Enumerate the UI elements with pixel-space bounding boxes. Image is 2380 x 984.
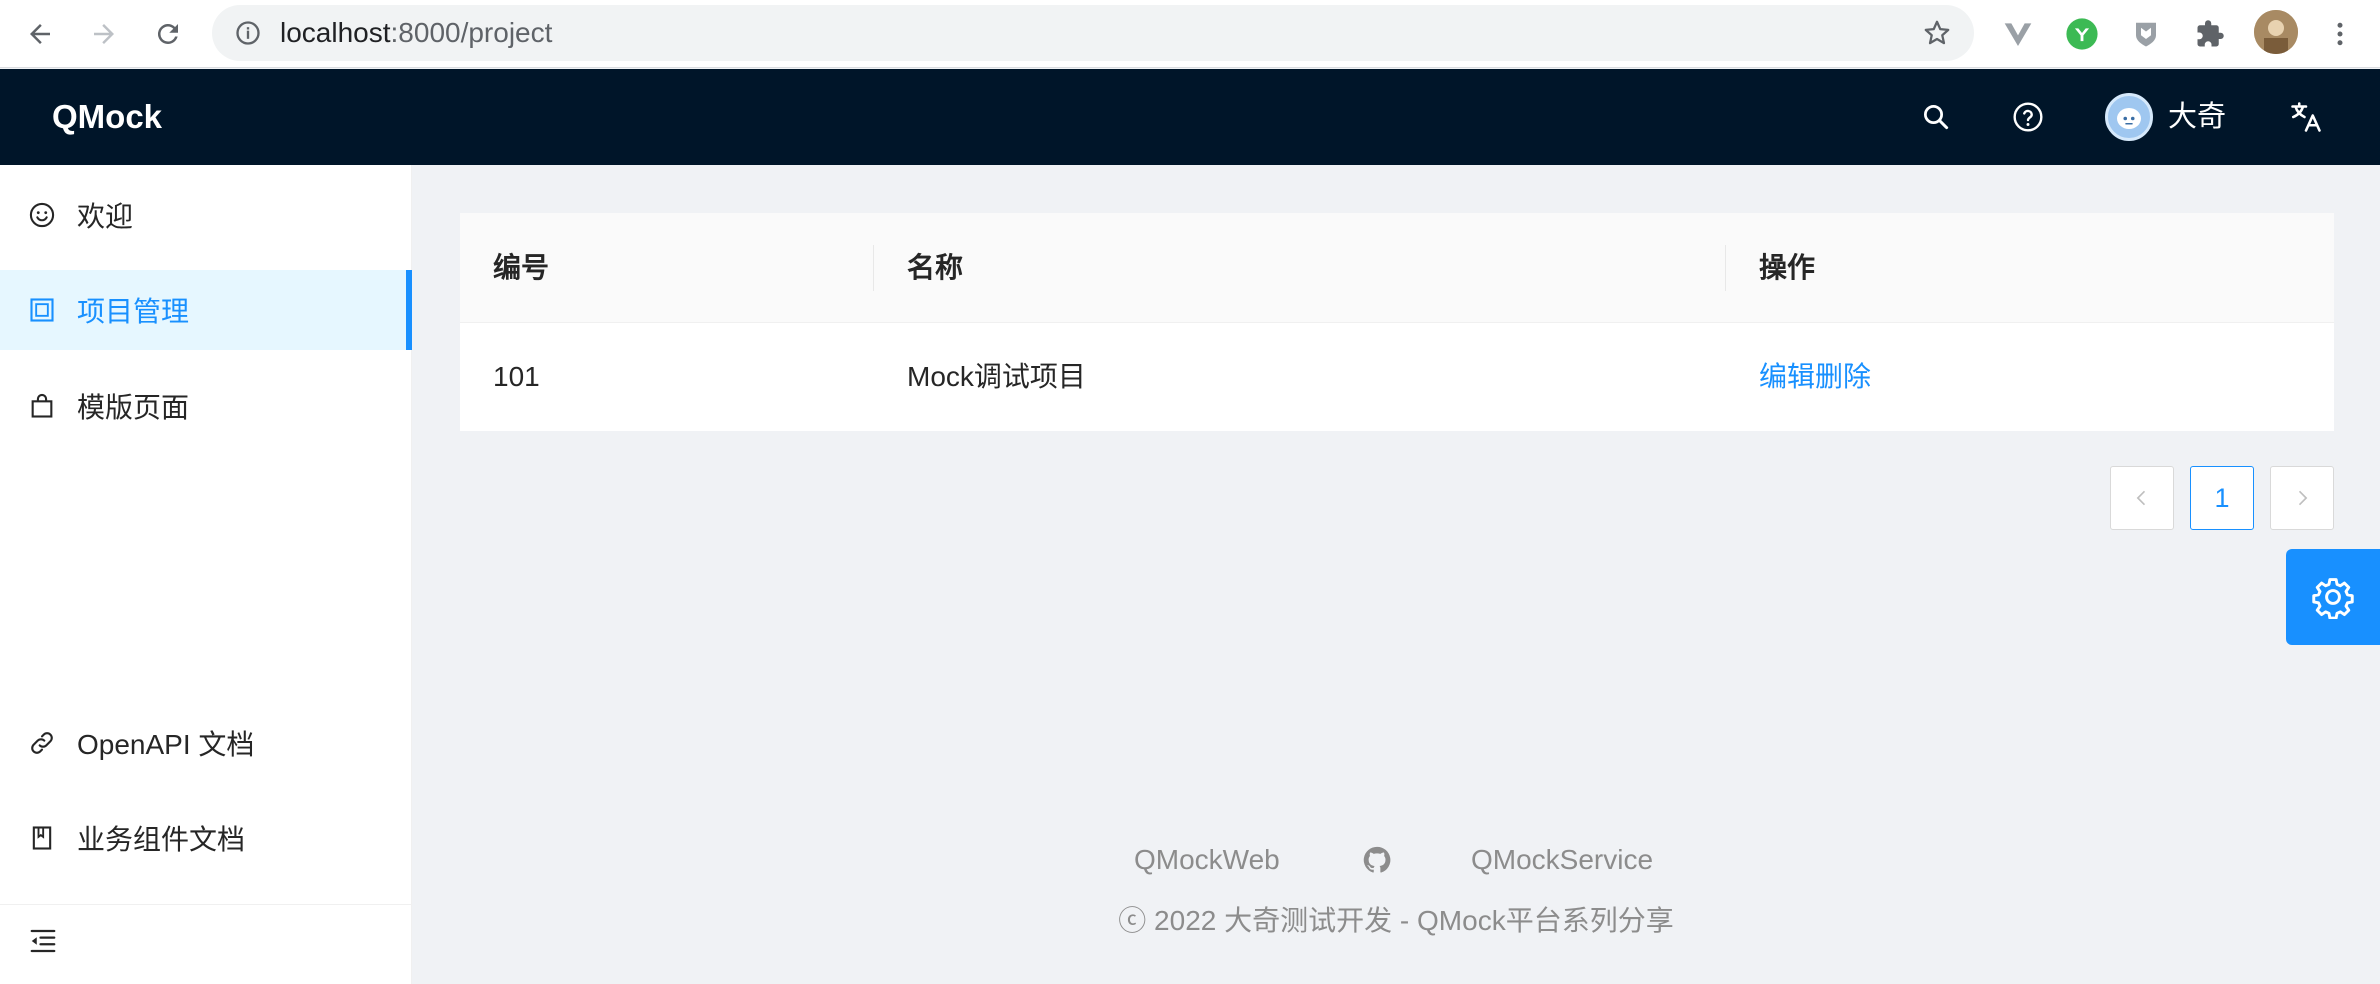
browser-menu-icon[interactable] xyxy=(2320,14,2360,54)
copyright-text: ⓒ 2022 大奇测试开发 - QMock平台系列分享 xyxy=(1118,905,1674,936)
edit-link[interactable]: 编辑 xyxy=(1759,361,1815,392)
table-header: 编号 名称 操作 xyxy=(460,213,2334,323)
chevron-right-icon xyxy=(2298,490,2308,506)
vue-devtools-icon[interactable] xyxy=(1998,14,2038,54)
reload-icon[interactable] xyxy=(144,10,192,58)
sidebar-item-label: OpenAPI 文档 xyxy=(77,729,255,760)
column-header-id: 编号 xyxy=(493,252,550,283)
settings-drawer-button[interactable] xyxy=(2286,549,2380,645)
smile-icon xyxy=(27,200,57,230)
green-extension-icon[interactable] xyxy=(2062,14,2102,54)
sidebar-item-label: 欢迎 xyxy=(77,201,134,232)
search-icon[interactable] xyxy=(1912,93,1960,141)
info-icon[interactable] xyxy=(234,19,262,47)
footer-link-qmockweb[interactable]: QMockWeb xyxy=(1134,840,1280,880)
extensions-puzzle-icon[interactable] xyxy=(2190,14,2230,54)
user-avatar[interactable] xyxy=(2105,93,2153,141)
app-header: QMock xyxy=(0,69,2380,165)
url-path: :8000/project xyxy=(390,17,553,48)
url-text: localhost:8000/project xyxy=(280,5,552,61)
sidebar-item-openapi-docs[interactable]: OpenAPI 文档 xyxy=(0,703,412,783)
footer-link-qmockservice[interactable]: QMockService xyxy=(1471,840,1653,880)
bookmark-star-icon[interactable] xyxy=(1922,18,1952,48)
sidebar-item-template-pages[interactable]: 模版页面 xyxy=(0,366,412,446)
sidebar: 欢迎 项目管理 模版页面 OpenAPI 文档 业务组件文档 xyxy=(0,165,412,984)
pagination-page-1[interactable]: 1 xyxy=(2190,466,2254,530)
language-icon[interactable] xyxy=(2282,93,2330,141)
user-name[interactable]: 大奇 xyxy=(2168,69,2226,165)
sidebar-item-business-component-docs[interactable]: 业务组件文档 xyxy=(0,798,412,878)
github-icon[interactable] xyxy=(1362,845,1392,875)
column-header-actions: 操作 xyxy=(1759,252,1816,283)
help-icon[interactable] xyxy=(2004,93,2052,141)
link-icon xyxy=(27,728,57,758)
shield-extension-icon[interactable] xyxy=(2126,14,2166,54)
browser-toolbar: localhost:8000/project xyxy=(0,0,2380,68)
project-icon xyxy=(27,295,57,325)
profile-avatar[interactable] xyxy=(2254,10,2298,54)
cell-actions: 编辑删除 xyxy=(1759,323,1871,431)
cell-id: 101 xyxy=(493,361,540,392)
url-host: localhost xyxy=(280,17,391,48)
gear-icon xyxy=(2312,578,2354,619)
shopping-bag-icon xyxy=(27,391,57,421)
delete-link[interactable]: 删除 xyxy=(1815,361,1871,392)
project-table: 编号 名称 操作 101 Mock调试项目 编辑删除 xyxy=(460,213,2334,431)
sidebar-item-label: 业务组件文档 xyxy=(77,824,246,855)
pagination-next-button[interactable] xyxy=(2270,466,2334,530)
sidebar-item-welcome[interactable]: 欢迎 xyxy=(0,175,412,255)
column-header-name: 名称 xyxy=(907,252,964,283)
forward-icon[interactable] xyxy=(80,10,128,58)
address-bar[interactable]: localhost:8000/project xyxy=(212,5,1974,61)
copyright: ⓒ 2022 大奇测试开发 - QMock平台系列分享 xyxy=(0,901,2380,941)
book-icon xyxy=(27,823,57,853)
back-icon[interactable] xyxy=(16,10,64,58)
sidebar-item-project-management[interactable]: 项目管理 xyxy=(0,270,412,350)
chevron-left-icon xyxy=(2136,490,2146,506)
app-logo[interactable]: QMock xyxy=(52,69,162,165)
column-divider xyxy=(873,245,874,291)
sidebar-item-label: 模版页面 xyxy=(77,392,190,423)
pagination-prev-button[interactable] xyxy=(2110,466,2174,530)
sidebar-item-label: 项目管理 xyxy=(77,296,190,327)
cell-name: Mock调试项目 xyxy=(907,361,1086,392)
column-divider xyxy=(1725,245,1726,291)
